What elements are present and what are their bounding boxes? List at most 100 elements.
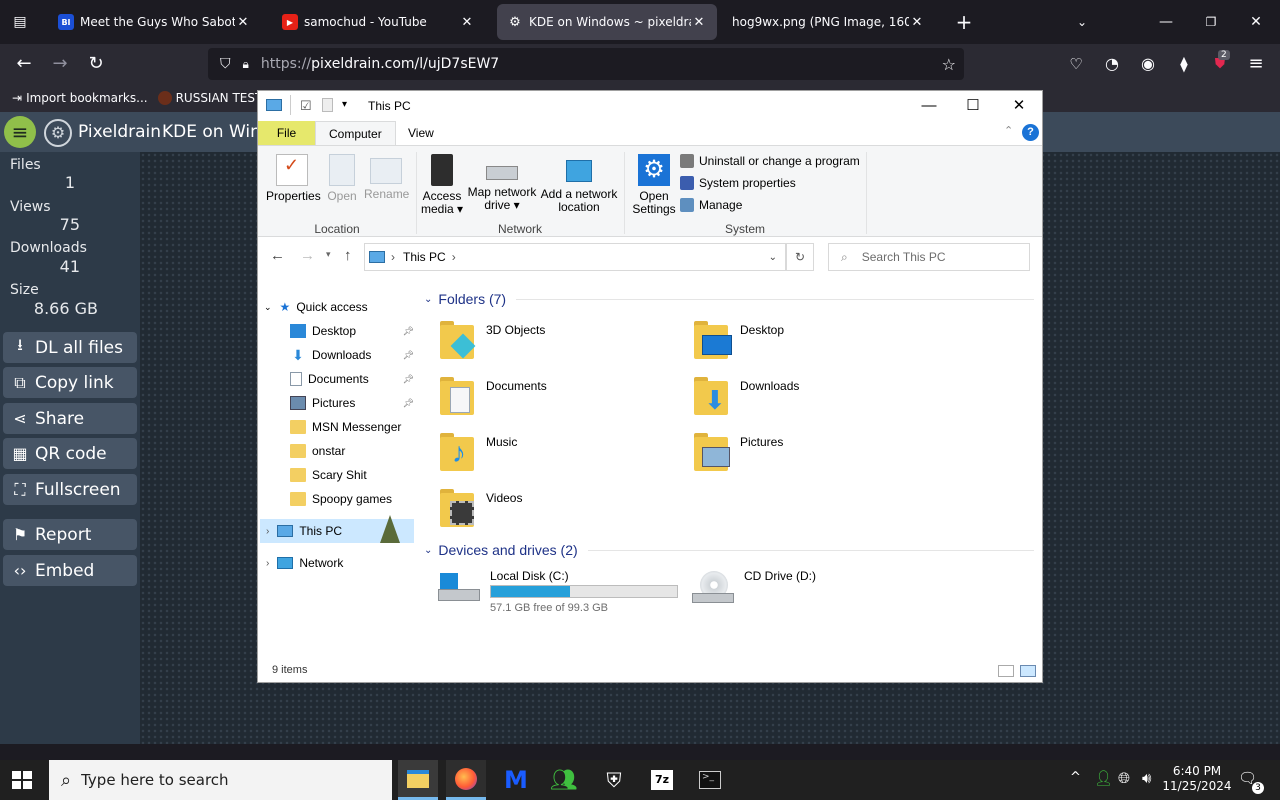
open-button[interactable]: Open: [324, 154, 360, 203]
extension-icon[interactable]: ◔: [1098, 50, 1126, 78]
nav-this-pc[interactable]: › This PC: [260, 515, 414, 543]
url-bar[interactable]: ⛉ 🔒︎ https://pixeldrain.com/l/ujD7sEW7 ☆: [208, 48, 964, 80]
folders-section-header[interactable]: ⌄ Folders (7): [424, 291, 1034, 307]
clock[interactable]: 6:40 PM 11/25/2024: [1162, 764, 1232, 794]
file-explorer-taskbar-icon[interactable]: [398, 760, 438, 800]
browser-tab-active[interactable]: ⚙ KDE on Windows ~ pixeldrain ✕: [497, 4, 717, 40]
folder-item[interactable]: Desktop: [692, 317, 942, 369]
reload-icon[interactable]: ↻: [82, 50, 110, 78]
new-folder-quick-icon[interactable]: [322, 98, 333, 112]
access-media-button[interactable]: Access media ▾: [420, 154, 464, 216]
download-all-button[interactable]: ⭳ DL all files: [3, 332, 137, 363]
globe-icon[interactable]: 🌐︎: [1118, 769, 1130, 787]
browser-tab[interactable]: BI Meet the Guys Who Sabotaged ✕: [48, 4, 261, 40]
tab-file[interactable]: File: [258, 121, 315, 145]
taskbar-search-input[interactable]: ⌕ Type here to search: [49, 760, 392, 800]
nav-item[interactable]: ⬇ Downloads 📌︎: [290, 343, 446, 367]
shield-icon[interactable]: ⛉: [220, 56, 231, 72]
folder-item[interactable]: Documents: [438, 373, 688, 425]
large-icons-view-icon[interactable]: [1020, 665, 1036, 677]
breadcrumb-this-pc[interactable]: This PC: [403, 250, 446, 264]
nav-quick-access[interactable]: ⌄ ★ Quick access: [264, 295, 420, 319]
tab-close-icon[interactable]: ✕: [459, 15, 475, 30]
folder-item[interactable]: ♪ Music: [438, 429, 688, 481]
system-properties-button[interactable]: System properties: [680, 176, 796, 190]
expand-chevron-icon[interactable]: ⌄: [264, 302, 272, 313]
address-bar[interactable]: › This PC › ⌄: [364, 243, 786, 271]
quick-access-dropdown-icon[interactable]: ▾: [342, 99, 347, 110]
bookmark-import[interactable]: Import bookmarks...: [26, 91, 148, 105]
share-button[interactable]: ⋖ Share: [3, 403, 137, 434]
nav-item[interactable]: Scary Shit: [290, 463, 446, 487]
tab-close-icon[interactable]: ✕: [909, 15, 925, 30]
tab-list-icon[interactable]: ▤: [8, 10, 32, 34]
chevron-down-icon[interactable]: ⌄: [1068, 8, 1096, 36]
close-icon[interactable]: ✕: [996, 91, 1042, 121]
address-dropdown-icon[interactable]: ⌄: [769, 252, 777, 263]
forward-icon[interactable]: →: [46, 50, 74, 78]
copy-link-button[interactable]: ⧉ Copy link: [3, 367, 137, 398]
folder-item[interactable]: 3D Objects: [438, 317, 688, 369]
properties-button[interactable]: ✓ Properties: [266, 154, 321, 203]
drive-item[interactable]: Local Disk (C:) 57.1 GB free of 99.3 GB: [438, 567, 688, 614]
extensions-puzzle-icon[interactable]: ⧫: [1170, 50, 1198, 78]
forward-icon[interactable]: →: [300, 247, 315, 264]
nav-item[interactable]: Documents 📌︎: [290, 367, 446, 391]
uninstall-program-button[interactable]: Uninstall or change a program: [680, 154, 860, 168]
manage-button[interactable]: Manage: [680, 198, 742, 212]
pixeldrain-logo-icon[interactable]: ⚙: [44, 119, 72, 147]
new-tab-icon[interactable]: +: [950, 8, 978, 36]
qr-code-button[interactable]: ▦ QR code: [3, 438, 137, 469]
search-input[interactable]: ⌕ Search This PC: [828, 243, 1030, 271]
firefox-taskbar-icon[interactable]: [446, 760, 486, 800]
drive-item[interactable]: CD Drive (D:): [692, 567, 942, 611]
lock-icon[interactable]: 🔒︎: [243, 57, 249, 72]
add-network-location-button[interactable]: Add a network location: [540, 154, 618, 214]
menu-icon[interactable]: ≡: [1242, 50, 1270, 78]
browser-tab[interactable]: ▶ samochud - YouTube ✕: [272, 4, 485, 40]
windows-start-icon[interactable]: [12, 771, 32, 789]
tab-view[interactable]: View: [395, 121, 447, 145]
messenger-taskbar-icon[interactable]: 👥︎: [544, 764, 584, 796]
minimize-icon[interactable]: —: [1152, 8, 1180, 36]
volume-icon[interactable]: 🔊︎: [1142, 769, 1151, 787]
open-settings-button[interactable]: ⚙ Open Settings: [630, 154, 678, 216]
help-icon[interactable]: ?: [1022, 124, 1039, 141]
malwarebytes-taskbar-icon[interactable]: M: [496, 764, 536, 796]
collapse-ribbon-icon[interactable]: ⌃: [1004, 124, 1013, 137]
recent-locations-icon[interactable]: ▾: [326, 249, 331, 260]
map-network-drive-button[interactable]: Map network drive ▾: [466, 154, 538, 212]
drives-section-header[interactable]: ⌄ Devices and drives (2): [424, 542, 1034, 558]
pixeldrain-brand[interactable]: Pixeldrain: [78, 122, 161, 142]
back-icon[interactable]: ←: [10, 50, 38, 78]
messenger-tray-icon[interactable]: 👤︎: [1094, 769, 1113, 787]
report-button[interactable]: ⚑ Report: [3, 519, 137, 550]
terminal-taskbar-icon[interactable]: >_: [690, 764, 730, 796]
fullscreen-button[interactable]: ⛶ Fullscreen: [3, 474, 137, 505]
embed-button[interactable]: ‹› Embed: [3, 555, 137, 586]
expand-chevron-icon[interactable]: ›: [266, 558, 269, 569]
bookmark-russian-test[interactable]: RUSSIAN TEST: [176, 91, 263, 105]
nav-item[interactable]: Pictures 📌︎: [290, 391, 446, 415]
refresh-icon[interactable]: ↻: [786, 243, 814, 271]
folder-item[interactable]: Pictures: [692, 429, 942, 481]
nav-item[interactable]: Desktop 📌︎: [290, 319, 446, 343]
properties-quick-icon[interactable]: ☑: [300, 98, 312, 114]
chevron-up-icon[interactable]: ^: [1070, 770, 1081, 785]
security-shield-taskbar-icon[interactable]: ⛨: [594, 764, 634, 796]
nav-item[interactable]: Spoopy games: [290, 487, 446, 511]
pocket-icon[interactable]: ♡: [1062, 50, 1090, 78]
rename-button[interactable]: Rename: [364, 154, 409, 201]
back-icon[interactable]: ←: [270, 247, 285, 264]
nav-item[interactable]: MSN Messenger: [290, 415, 446, 439]
tab-close-icon[interactable]: ✕: [235, 15, 251, 30]
7zip-taskbar-icon[interactable]: 7z: [642, 764, 682, 796]
minimize-icon[interactable]: —: [906, 91, 952, 121]
nav-item[interactable]: onstar: [290, 439, 446, 463]
folder-item[interactable]: Videos: [438, 485, 688, 537]
restore-icon[interactable]: ❐: [1197, 8, 1225, 36]
browser-tab[interactable]: hog9wx.png (PNG Image, 1600 × 9 ✕: [722, 4, 935, 40]
tab-computer[interactable]: Computer: [315, 121, 396, 145]
nav-network[interactable]: › Network: [266, 551, 422, 575]
close-window-icon[interactable]: ✕: [1242, 8, 1270, 36]
